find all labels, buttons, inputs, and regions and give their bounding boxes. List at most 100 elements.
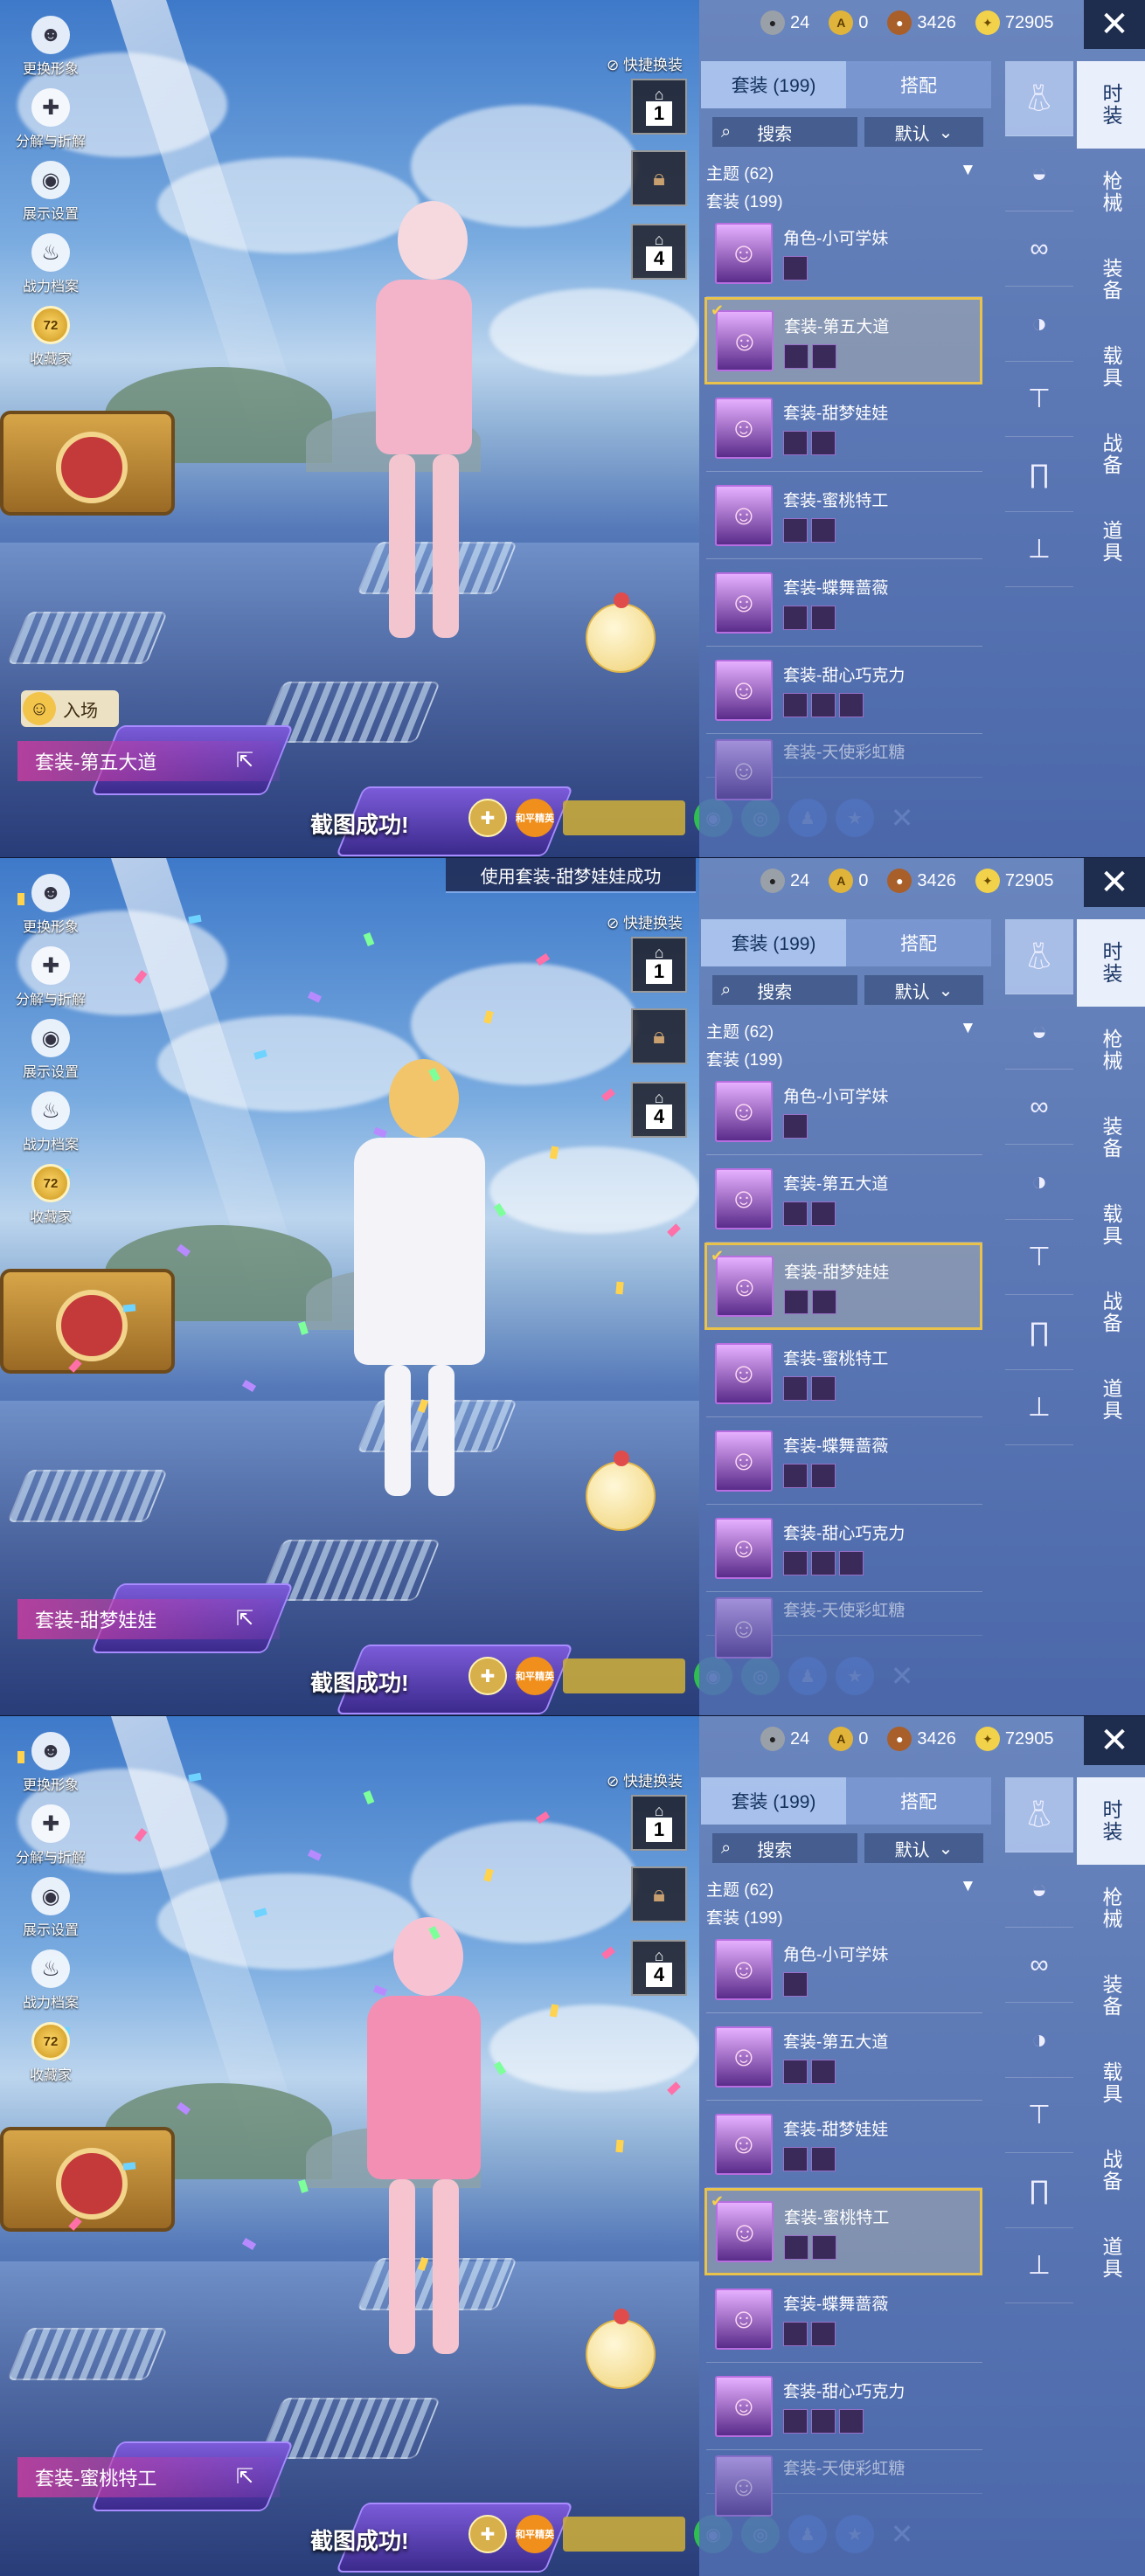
quick-slot-locked[interactable]: 🔒︎: [631, 1866, 687, 1922]
shoes-slot-icon[interactable]: ⊥: [1005, 2228, 1073, 2303]
left-menu-item[interactable]: ♨ 战力档案: [16, 1091, 86, 1153]
left-menu-item[interactable]: ✚ 分解与折解: [16, 946, 86, 1008]
tab-outfits[interactable]: 套装 (199): [701, 1777, 846, 1825]
tab-outfits[interactable]: 套装 (199): [701, 61, 846, 108]
quick-slot-1[interactable]: ⌂ 1: [631, 937, 687, 993]
quick-change-label[interactable]: ⊘ 快捷换装: [607, 911, 683, 932]
left-menu-item[interactable]: ☻ 更换形象: [16, 874, 86, 936]
category-tab[interactable]: 时装: [1077, 919, 1145, 1007]
shoes-slot-icon[interactable]: ⊥: [1005, 1370, 1073, 1445]
quick-slot-1[interactable]: ⌂ 1: [631, 79, 687, 135]
glasses-slot-icon[interactable]: ∞: [1005, 1928, 1073, 2003]
category-tab[interactable]: 时装: [1077, 1777, 1145, 1865]
search-input[interactable]: ⌕ 搜索: [712, 1833, 857, 1863]
category-tab[interactable]: 道具: [1077, 1356, 1145, 1444]
pants-slot-icon[interactable]: ∏: [1005, 2153, 1073, 2228]
list-item[interactable]: ☺ 套装-蝶舞蔷薇: [706, 559, 982, 647]
glasses-slot-icon[interactable]: ∞: [1005, 1070, 1073, 1145]
quick-change-label[interactable]: ⊘ 快捷换装: [607, 52, 683, 74]
share-icon[interactable]: ⇱: [236, 748, 253, 773]
list-item[interactable]: ☺ 套装-天使彩虹糖: [706, 2450, 982, 2517]
hat-slot-icon[interactable]: ◒: [1005, 136, 1073, 211]
gift-icon[interactable]: ✚: [468, 2515, 507, 2553]
close-button[interactable]: ✕: [1084, 0, 1145, 49]
theme-section-header[interactable]: 主题 (62) ▼: [706, 1877, 976, 1901]
left-menu-item[interactable]: 72 收藏家: [16, 2022, 86, 2084]
list-item[interactable]: ✔ ☺ 套装-甜梦娃娃: [704, 1243, 982, 1330]
list-item[interactable]: ☺ 套装-蜜桃特工: [706, 1330, 982, 1417]
left-menu-item[interactable]: 72 收藏家: [16, 306, 86, 368]
theme-section-header[interactable]: 主题 (62) ▼: [706, 161, 976, 184]
share-icon[interactable]: ⇱: [236, 2464, 253, 2489]
category-tab[interactable]: 载具: [1077, 1181, 1145, 1269]
gift-icon[interactable]: ✚: [468, 799, 507, 837]
close-button[interactable]: ✕: [1084, 858, 1145, 907]
game-logo-icon[interactable]: 和平精英: [516, 2515, 554, 2553]
top-slot-icon[interactable]: ⊤: [1005, 2078, 1073, 2153]
left-menu-item[interactable]: ✚ 分解与折解: [16, 88, 86, 150]
game-logo-icon[interactable]: 和平精英: [516, 1657, 554, 1695]
sort-dropdown[interactable]: 默认 ⌄: [864, 975, 983, 1005]
category-tab[interactable]: 战备: [1077, 411, 1145, 498]
action-button[interactable]: [563, 1658, 685, 1693]
sort-dropdown[interactable]: 默认 ⌄: [864, 117, 983, 147]
game-logo-icon[interactable]: 和平精英: [516, 799, 554, 837]
list-item[interactable]: ☺ 套装-天使彩虹糖: [706, 1592, 982, 1658]
left-menu-item[interactable]: ◉ 展示设置: [16, 161, 86, 223]
list-item[interactable]: ☺ 套装-天使彩虹糖: [706, 734, 982, 800]
left-menu-item[interactable]: ◉ 展示设置: [16, 1019, 86, 1081]
category-tab[interactable]: 枪械: [1077, 149, 1145, 236]
list-item[interactable]: ☺ 套装-甜梦娃娃: [706, 2101, 982, 2188]
category-tab[interactable]: 战备: [1077, 2127, 1145, 2214]
glasses-slot-icon[interactable]: ∞: [1005, 211, 1073, 287]
category-tab[interactable]: 道具: [1077, 498, 1145, 585]
category-tab[interactable]: 战备: [1077, 1269, 1145, 1356]
left-menu-item[interactable]: ♨ 战力档案: [16, 1949, 86, 2012]
action-button[interactable]: [563, 800, 685, 835]
hat-slot-icon[interactable]: ◒: [1005, 1852, 1073, 1928]
list-item[interactable]: ☺ 套装-蜜桃特工: [706, 472, 982, 559]
action-button[interactable]: [563, 2517, 685, 2552]
outfit-slot-icon[interactable]: 👗︎: [1005, 61, 1073, 136]
quick-slot-4[interactable]: ⌂ 4: [631, 224, 687, 280]
left-menu-item[interactable]: ◉ 展示设置: [16, 1877, 86, 1939]
entry-button[interactable]: ☺ 入场: [21, 690, 119, 727]
list-item[interactable]: ☺ 套装-甜心巧克力: [706, 1505, 982, 1592]
sort-dropdown[interactable]: 默认 ⌄: [864, 1833, 983, 1863]
left-menu-item[interactable]: ☻ 更换形象: [16, 16, 86, 78]
list-item[interactable]: ☺ 套装-蝶舞蔷薇: [706, 2275, 982, 2363]
list-item[interactable]: ☺ 套装-第五大道: [706, 1155, 982, 1243]
category-tab[interactable]: 道具: [1077, 2214, 1145, 2302]
theme-section-header[interactable]: 主题 (62) ▼: [706, 1019, 976, 1042]
pants-slot-icon[interactable]: ∏: [1005, 1295, 1073, 1370]
left-menu-item[interactable]: ☻ 更换形象: [16, 1732, 86, 1794]
top-slot-icon[interactable]: ⊤: [1005, 362, 1073, 437]
category-tab[interactable]: 装备: [1077, 1952, 1145, 2039]
search-input[interactable]: ⌕ 搜索: [712, 975, 857, 1005]
shoes-slot-icon[interactable]: ⊥: [1005, 512, 1073, 587]
list-item[interactable]: ☺ 套装-甜梦娃娃: [706, 384, 982, 472]
tab-match[interactable]: 搭配: [846, 919, 991, 966]
list-item[interactable]: ☺ 角色-小可学妹: [706, 1926, 982, 2013]
left-menu-item[interactable]: ♨ 战力档案: [16, 233, 86, 295]
list-item[interactable]: ☺ 套装-第五大道: [706, 2013, 982, 2101]
list-item[interactable]: ☺ 套装-甜心巧克力: [706, 2363, 982, 2450]
gift-icon[interactable]: ✚: [468, 1657, 507, 1695]
list-item[interactable]: ☺ 角色-小可学妹: [706, 1068, 982, 1155]
category-tab[interactable]: 时装: [1077, 61, 1145, 149]
category-tab[interactable]: 枪械: [1077, 1007, 1145, 1094]
outfit-slot-icon[interactable]: 👗︎: [1005, 1777, 1073, 1852]
list-item[interactable]: ☺ 套装-甜心巧克力: [706, 647, 982, 734]
top-slot-icon[interactable]: ⊤: [1005, 1220, 1073, 1295]
tab-outfits[interactable]: 套装 (199): [701, 919, 846, 966]
category-tab[interactable]: 载具: [1077, 323, 1145, 411]
category-tab[interactable]: 装备: [1077, 1094, 1145, 1181]
tab-match[interactable]: 搭配: [846, 61, 991, 108]
quick-slot-4[interactable]: ⌂ 4: [631, 1940, 687, 1996]
quick-change-label[interactable]: ⊘ 快捷换装: [607, 1769, 683, 1790]
mask-slot-icon[interactable]: ◑: [1005, 2003, 1073, 2078]
tab-match[interactable]: 搭配: [846, 1777, 991, 1825]
category-tab[interactable]: 枪械: [1077, 1865, 1145, 1952]
outfit-slot-icon[interactable]: 👗︎: [1005, 919, 1073, 994]
category-tab[interactable]: 装备: [1077, 236, 1145, 323]
